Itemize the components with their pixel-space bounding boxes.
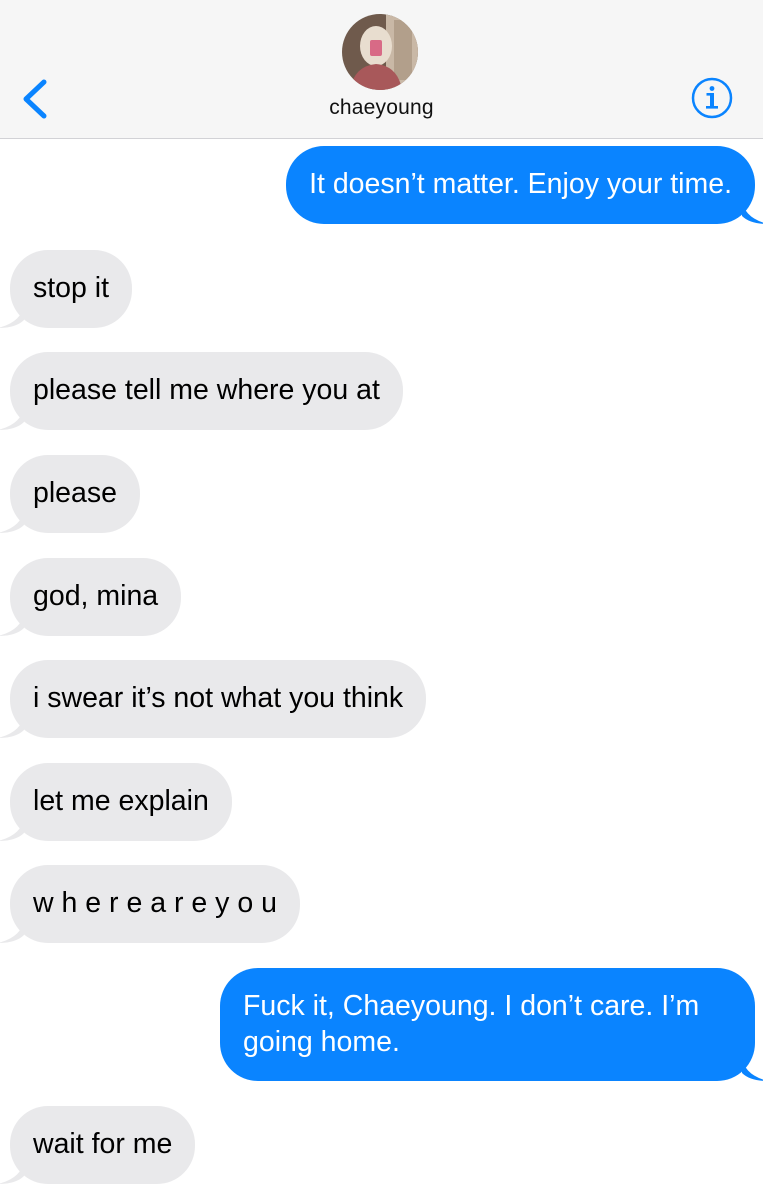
message-text: please [33,477,117,509]
avatar-photo [342,14,418,90]
incoming-message[interactable]: please [0,455,140,533]
message-text: Fuck it, Chaeyoung. I don’t care. I’m go… [243,990,700,1058]
bubble-tail [0,1160,24,1184]
message-text: please tell me where you at [33,374,380,406]
message-text: i swear it’s not what you think [33,682,404,714]
bubble-tail [0,406,24,430]
incoming-message[interactable]: god, mina [0,558,182,636]
outgoing-message[interactable]: Fuck it, Chaeyoung. I don’t care. I’m go… [220,968,763,1081]
incoming-message[interactable]: stop it [0,250,133,328]
message-text: wait for me [33,1128,173,1160]
bubble-tail [0,714,24,738]
message-text: let me explain [33,785,209,817]
outgoing-message[interactable]: It doesn’t matter. Enjoy your time. [286,146,763,224]
bubble-tail [0,509,24,533]
message-text: It doesn’t matter. Enjoy your time. [309,168,732,200]
bubble-tail [0,304,24,328]
info-icon [691,77,733,119]
bubble-tail [742,200,763,224]
incoming-message[interactable]: wait for me [0,1106,196,1184]
conversation-header: chaeyoung [0,0,763,139]
bubble-tail [742,1057,763,1081]
bubble-tail [0,612,24,636]
contact-avatar[interactable] [342,14,418,90]
contact-name[interactable]: chaeyoung [0,96,763,120]
incoming-message[interactable]: please tell me where you at [0,352,403,430]
bubble-tail [0,919,24,943]
incoming-message[interactable]: w h e r e a r e y o u [0,865,300,943]
bubble-tail [0,817,24,841]
message-text: stop it [33,272,110,304]
incoming-message[interactable]: i swear it’s not what you think [0,660,427,738]
incoming-message[interactable]: let me explain [0,763,232,841]
message-text: god, mina [33,580,159,612]
info-button[interactable] [690,76,734,120]
message-text: w h e r e a r e y o u [33,887,277,919]
